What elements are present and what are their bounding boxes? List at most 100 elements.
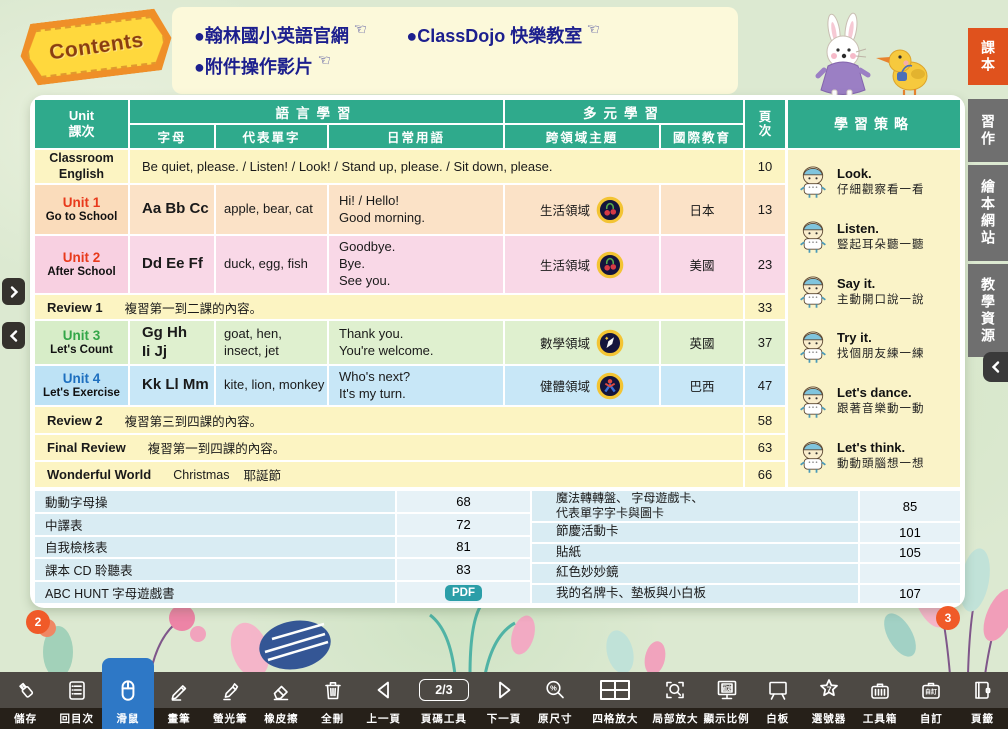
tab-picturebook-site[interactable]: 繪本網站 — [968, 165, 1008, 261]
toolbar-pen-button[interactable]: 畫筆 — [154, 672, 205, 729]
toolbar-next-page-button[interactable]: 下一頁 — [478, 672, 529, 729]
contents-banner: Contents — [17, 7, 175, 87]
appendix-list-right: 魔法轉轉盤、 字母遊戲卡、 代表單字字卡與圖卡 85 節慶活動卡 101 貼紙 … — [532, 491, 960, 603]
strategy-item-say-it: Say it.主動開口說一說 — [798, 273, 954, 309]
strategies-header: 學習策略 — [788, 100, 960, 148]
toolbar-custom-button[interactable]: 自訂 自訂 — [906, 672, 957, 729]
strategy-item-lets-think: Let's think.動動頭腦想一想 — [798, 438, 954, 474]
link-hanlin-english-site[interactable]: ●翰林國小英語官網 ☜ — [194, 22, 366, 48]
link-attachment-videos[interactable]: ●附件操作影片 ☜ — [194, 53, 330, 79]
toolbar-previous-page-button[interactable]: 上一頁 — [358, 672, 409, 729]
tab-teaching-resources[interactable]: 教學資源 — [968, 264, 1008, 357]
list-item-abc-hunt: ABC HUNT 字母遊戲書 PDF — [35, 582, 530, 603]
eraser-icon — [269, 672, 293, 708]
appendix-section: 動動字母操 68 中譯表 72 自我檢核表 81 課本 CD 聆聽表 83 AB… — [35, 491, 960, 603]
toolbar-save-button[interactable]: 儲存 — [0, 672, 51, 729]
list-item: 節慶活動卡 101 — [532, 523, 960, 542]
toolbar-back-to-contents-button[interactable]: 回目次 — [51, 672, 102, 729]
row-page: 33 — [745, 295, 785, 319]
svg-text:自訂: 自訂 — [925, 688, 937, 696]
header-unit: Unit 課次 — [35, 100, 128, 148]
pointing-hand-icon: ☜ — [316, 50, 332, 70]
chevron-left-icon — [989, 360, 1003, 374]
unit-cell: Unit 2 After School — [35, 236, 128, 293]
page-number-badge-right: 3 — [936, 606, 960, 630]
mouse-icon — [115, 672, 141, 708]
list-item: 中譯表 72 — [35, 514, 530, 535]
curriculum-table: Unit 課次 語言學習 字母 代表單字 日常用語 多元學習 — [35, 100, 785, 487]
cross-domain-cell: 健體領域 — [505, 366, 659, 405]
pdf-badge[interactable]: PDF — [445, 585, 482, 601]
mascot-icon — [798, 438, 828, 474]
toolbar-page-tabs-button[interactable]: 頁籤 — [957, 672, 1008, 729]
daily-cell: Hi! / Hello! Good morning. — [329, 185, 503, 234]
chevron-right-icon — [7, 285, 21, 299]
collapse-tabs-button[interactable] — [983, 352, 1008, 382]
toolbar-page-tool-button[interactable]: 2/3 頁碼工具 — [409, 672, 478, 729]
side-tab-bar: 課本 習作 繪本網站 教學資源 — [968, 28, 1008, 360]
toolbar-display-ratio-button[interactable]: 固定 顯示比例 — [701, 672, 752, 729]
list-item: 貼紙 105 — [532, 544, 960, 563]
list-item: 課本 CD 聆聽表 83 — [35, 559, 530, 580]
header-international-edu: 國際教育 — [661, 125, 743, 148]
letters-cell: Gg Hh Ii Jj — [130, 321, 214, 364]
toolbar-toolbox-button[interactable]: 工具箱 — [855, 672, 906, 729]
intl-cell: 日本 — [661, 185, 743, 234]
row-page: 23 — [745, 236, 785, 293]
page-indicator-box[interactable]: 2/3 — [419, 679, 468, 701]
toolbar-eraser-button[interactable]: 橡皮擦 — [256, 672, 307, 729]
toolbar-highlighter-button[interactable]: 螢光筆 — [205, 672, 256, 729]
toolbar-mouse-button[interactable]: 滑鼠 — [102, 658, 153, 729]
unit-cell: Unit 3 Let's Count — [35, 321, 128, 364]
row-title: Wonderful World — [47, 467, 151, 482]
header-multi-learning: 多元學習 — [505, 100, 743, 123]
toolbar-original-size-button[interactable]: % 原尺寸 — [530, 672, 581, 729]
four-pane-icon — [598, 672, 632, 708]
life-curriculum-badge-icon — [596, 196, 624, 224]
words-cell: kite, lion, monkey — [216, 366, 327, 405]
words-cell: goat, hen, insect, jet — [216, 321, 327, 364]
row-page: 37 — [745, 321, 785, 364]
page-back-button[interactable] — [2, 322, 25, 349]
row-title: Classroom English — [35, 150, 128, 183]
toolbar-whiteboard-button[interactable]: 白板 — [752, 672, 803, 729]
toolbar-delete-all-button[interactable]: 全刪 — [307, 672, 358, 729]
table-row-review-2: Review 2 複習第三到四課的內容。 58 — [35, 407, 785, 433]
rabbit-duck-illustration — [748, 12, 948, 104]
header-letters: 字母 — [130, 125, 214, 148]
list-item: 我的名牌卡、墊板與小白板 107 — [532, 585, 960, 604]
mascot-icon — [798, 218, 828, 254]
row-page: 58 — [745, 407, 785, 433]
tab-textbook[interactable]: 課本 — [968, 28, 1008, 85]
ebook-reader-screen: Contents ●翰林國小英語官網 ☜ ●ClassDojo 快樂教室 ☜ ●… — [0, 0, 1008, 729]
review-title: Review 2 — [47, 413, 103, 428]
svg-text:固定: 固定 — [721, 684, 733, 692]
star-seven-icon: 7 — [816, 672, 842, 708]
chevron-left-icon — [7, 329, 21, 343]
pencil-icon — [167, 672, 191, 708]
words-cell: duck, egg, fish — [216, 236, 327, 293]
toolbar-partial-zoom-button[interactable]: 局部放大 — [650, 672, 701, 729]
cross-domain-cell: 生活領域 — [505, 236, 659, 293]
whiteboard-icon — [766, 672, 790, 708]
resource-links-box: ●翰林國小英語官網 ☜ ●ClassDojo 快樂教室 ☜ ●附件操作影片 ☜ — [172, 7, 738, 94]
row-page: 66 — [745, 462, 785, 487]
link-classdojo-classroom[interactable]: ●ClassDojo 快樂教室 ☜ — [406, 22, 599, 48]
toolbar-number-picker-button[interactable]: 7 選號器 — [803, 672, 854, 729]
strategy-item-look: Look.仔細觀察看一看 — [798, 163, 954, 199]
header-key-words: 代表單字 — [216, 125, 327, 148]
daily-cell: Thank you. You're welcome. — [329, 321, 503, 364]
letters-cell: Kk Ll Mm — [130, 366, 214, 405]
review-content: 複習第三到四課的內容。 — [125, 411, 263, 430]
tab-workbook[interactable]: 習作 — [968, 99, 1008, 162]
list-item: 紅色妙妙鏡 — [532, 564, 960, 583]
header-page: 頁 次 — [745, 100, 785, 148]
mascot-icon — [798, 328, 828, 364]
intl-cell: 美國 — [661, 236, 743, 293]
table-row-final-review: Final Review 複習第一到四課的內容。 63 — [35, 435, 785, 460]
strategy-item-try-it: Try it.找個朋友練一練 — [798, 328, 954, 364]
cross-domain-cell: 數學領域 — [505, 321, 659, 364]
intl-cell: 英國 — [661, 321, 743, 364]
page-forward-button[interactable] — [2, 278, 25, 305]
toolbar-four-pane-zoom-button[interactable]: 四格放大 — [581, 672, 650, 729]
